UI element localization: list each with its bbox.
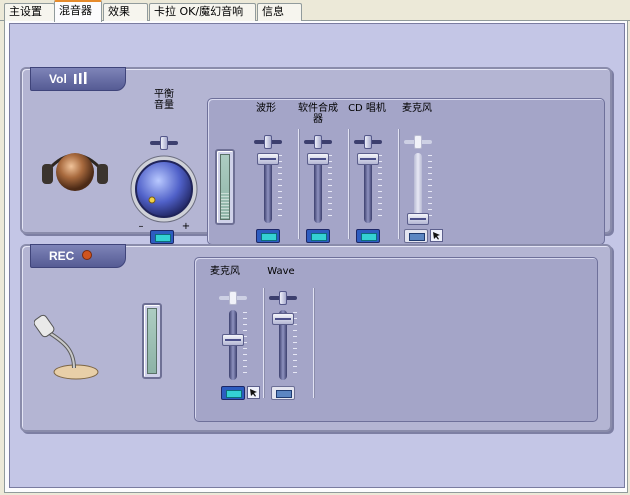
wave-balance-slider[interactable] — [254, 135, 282, 149]
balance-label: 平衡 音量 — [154, 89, 174, 111]
vol-badge-label: Vol — [49, 72, 67, 86]
channel-label-synth: 软件合成 器 — [298, 103, 338, 125]
tab-info[interactable]: 信息 — [257, 3, 302, 21]
record-panel: REC 麦克风 Wave — [20, 244, 612, 432]
mic-volume-thumb[interactable] — [407, 213, 429, 225]
tab-karaoke[interactable]: 卡拉 OK/魔幻音响 — [149, 3, 256, 21]
pointer-icon — [433, 232, 440, 240]
speaker-icon — [42, 153, 108, 191]
record-channels-panel: 麦克风 Wave — [194, 257, 598, 422]
rec-wave-select-button[interactable] — [271, 386, 295, 400]
channel-label-wave: 波形 — [256, 103, 276, 114]
mic-options-button[interactable] — [430, 229, 443, 242]
balance-minus: – — [138, 221, 144, 232]
playback-channels-panel: 波形 软件合成 器 CD 唱机 麦克风 — [207, 98, 605, 245]
balance-knob[interactable] — [130, 155, 198, 223]
mic-ticks — [428, 155, 432, 221]
cd-volume-thumb[interactable] — [357, 153, 379, 165]
channel-label-cd: CD 唱机 — [348, 103, 386, 114]
channel-separator — [398, 129, 399, 239]
rec-channel-label-wave: Wave — [267, 266, 295, 277]
playback-panel: Vol 平衡 音量 – + 波形 软件合成 器 CD 唱机 麦克风 — [20, 67, 612, 245]
wave-mute-button[interactable] — [256, 229, 280, 243]
channel-separator — [263, 288, 264, 398]
cd-balance-slider[interactable] — [354, 135, 382, 149]
rec-channel-label-mic: 麦克风 — [210, 266, 240, 277]
tab-page: Vol 平衡 音量 – + 波形 软件合成 器 CD 唱机 麦克风 REC 麦克… — [4, 21, 628, 493]
cd-mute-button[interactable] — [356, 229, 380, 243]
microphone-icon — [34, 314, 99, 380]
rec-badge-label: REC — [49, 249, 75, 263]
rec-mic-options-button[interactable] — [247, 386, 260, 399]
record-level-meter — [142, 303, 162, 379]
rec-wave-balance-slider[interactable] — [269, 291, 297, 305]
volume-bars-icon — [74, 72, 87, 84]
synth-balance-slider[interactable] — [304, 135, 332, 149]
channel-separator — [348, 129, 349, 239]
mic-mute-button[interactable] — [404, 229, 428, 243]
cd-ticks — [378, 155, 382, 221]
tab-effects[interactable]: 效果 — [103, 3, 148, 21]
synth-volume-thumb[interactable] — [307, 153, 329, 165]
rec-mic-balance-slider[interactable] — [219, 291, 247, 305]
balance-plus: + — [181, 221, 191, 232]
pointer-icon — [250, 389, 257, 397]
tab-mixer[interactable]: 混音器 — [54, 0, 102, 22]
balance-slider[interactable] — [150, 136, 178, 150]
wave-ticks — [278, 155, 282, 221]
rec-mic-volume-thumb[interactable] — [222, 334, 244, 346]
tab-bar: 主设置 混音器 效果 卡拉 OK/魔幻音响 信息 — [0, 0, 630, 22]
channel-separator — [298, 129, 299, 239]
rec-badge: REC — [30, 244, 126, 268]
mic-balance-slider[interactable] — [404, 135, 432, 149]
rec-wave-volume-thumb[interactable] — [272, 313, 294, 325]
rec-mic-select-button[interactable] — [221, 386, 245, 400]
record-dot-icon — [81, 250, 92, 260]
vol-badge: Vol — [30, 67, 126, 91]
master-mute-button[interactable] — [150, 230, 174, 244]
synth-ticks — [328, 155, 332, 221]
channel-separator — [313, 288, 314, 398]
playback-level-meter — [215, 149, 235, 225]
synth-mute-button[interactable] — [306, 229, 330, 243]
wave-volume-thumb[interactable] — [257, 153, 279, 165]
tab-main-settings[interactable]: 主设置 — [4, 3, 55, 21]
channel-label-mic: 麦克风 — [402, 103, 432, 114]
mixer-panel: Vol 平衡 音量 – + 波形 软件合成 器 CD 唱机 麦克风 REC 麦克… — [9, 23, 625, 488]
